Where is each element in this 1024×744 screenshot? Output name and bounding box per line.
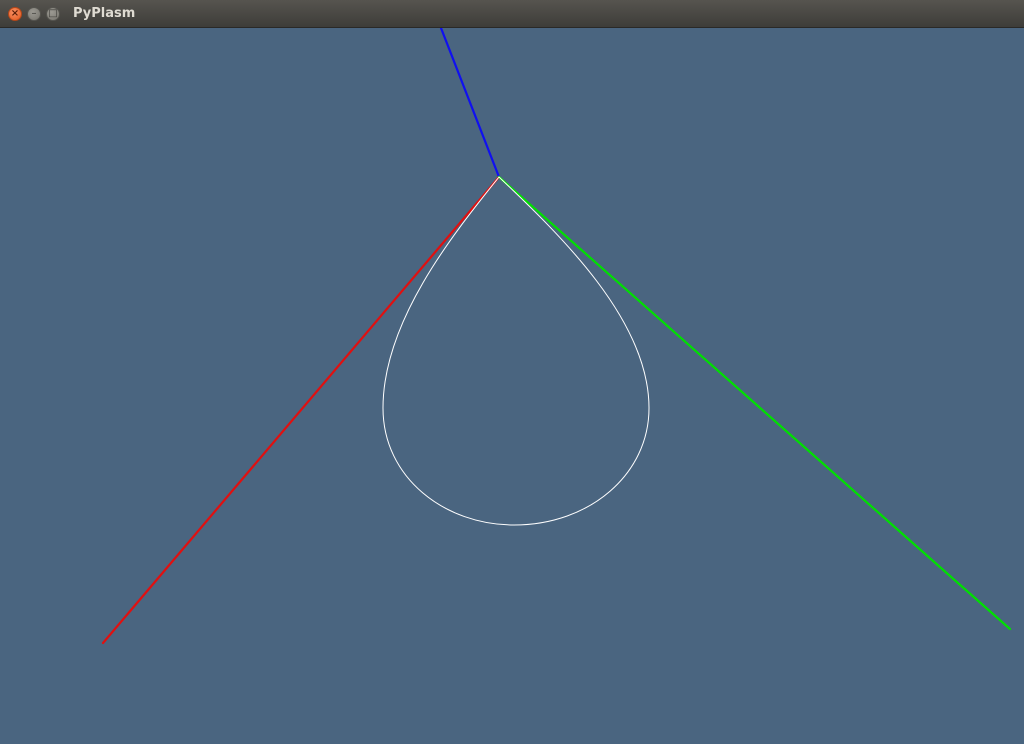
x-axis-line (101, 175, 501, 645)
minimize-button[interactable]: – (27, 7, 41, 21)
maximize-icon: □ (48, 8, 58, 19)
y-axis-line (497, 175, 1012, 631)
window-title: PyPlasm (73, 6, 136, 21)
scene-canvas (101, 28, 1012, 645)
close-button[interactable]: × (8, 7, 22, 21)
3d-viewport[interactable] (0, 28, 1024, 744)
maximize-button[interactable]: □ (46, 7, 60, 21)
pyplasm-window: × – □ PyPlasm (0, 0, 1024, 744)
title-bar[interactable]: × – □ PyPlasm (0, 0, 1024, 28)
teardrop-curve (382, 176, 650, 526)
z-axis-line (439, 28, 501, 179)
minimize-icon: – (31, 8, 37, 19)
close-icon: × (10, 8, 20, 19)
